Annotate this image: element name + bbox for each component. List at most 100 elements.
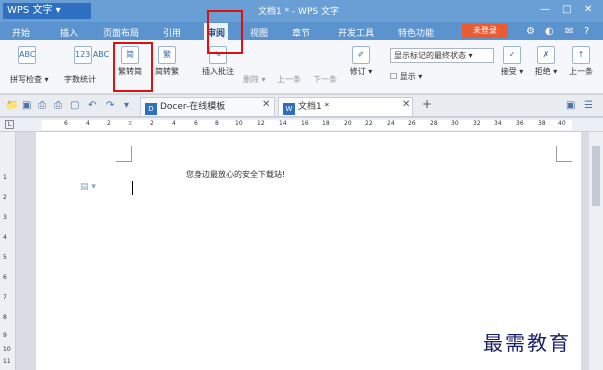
margin-corner-right [556, 146, 572, 162]
undo-icon[interactable]: ↶ [88, 100, 96, 111]
vertical-scrollbar[interactable] [589, 132, 603, 370]
ruler-tick: 22 [365, 120, 373, 127]
redo-icon[interactable]: ↷ [106, 100, 114, 111]
prev-change-icon: ↑ [572, 46, 590, 64]
menu-special[interactable]: 特色功能 [398, 26, 434, 39]
ruler-tick: 6 [64, 120, 68, 127]
open-folder-icon[interactable]: 📁 [6, 100, 18, 111]
accept-button[interactable]: ✓ 接受 ▾ [498, 46, 526, 77]
print-preview-icon[interactable]: ▢ [70, 100, 79, 111]
ruler-tick: 16 [301, 120, 309, 127]
review-ribbon: ABC 拼写检查 ▾ 123 ABC 字数统计 简繁转简 繁简转繁 ✎ 插入批注 … [0, 40, 603, 94]
prev-comment-button[interactable]: 上一条 [277, 74, 301, 85]
simp-to-trad-button[interactable]: 繁简转繁 [152, 46, 182, 77]
highlight-trad-simp-button [113, 42, 153, 92]
document-title: 文档1 * - WPS 文字 [258, 7, 339, 17]
menu-references[interactable]: 引用 [163, 26, 181, 39]
tab-stop-icon[interactable]: L [5, 120, 14, 129]
insert-comment-label: 插入批注 [202, 67, 234, 76]
indent-marker-icon[interactable]: ⧖ [128, 120, 132, 128]
menu-developer[interactable]: 开发工具 [338, 26, 374, 39]
spell-check-icon[interactable]: ABC [18, 46, 36, 66]
ruler-tick: 30 [451, 120, 459, 127]
ruler-tick: 20 [344, 120, 352, 127]
prev-change-button[interactable]: ↑ 上一条 [566, 46, 596, 77]
close-docer-tab-icon[interactable]: ✕ [262, 99, 270, 110]
vruler-tick: 2 [3, 194, 7, 201]
menu-insert[interactable]: 插入 [60, 26, 78, 39]
tab-document-1[interactable]: W 文档1 * [278, 97, 413, 116]
window-restore-icon[interactable]: ▣ [566, 100, 575, 111]
help-icon[interactable]: ? [584, 26, 589, 37]
paragraph-layout-icon[interactable]: ▤ ▾ [80, 182, 96, 192]
text-cursor [132, 181, 133, 195]
ruler-tick: 2 [150, 120, 154, 127]
maximize-button[interactable]: □ [562, 4, 571, 15]
ruler-tick: 4 [172, 120, 176, 127]
horizontal-ruler: L 6 4 2 ⧖ 2 4 6 8 10 12 14 16 18 20 22 2… [0, 118, 603, 132]
vruler-tick: 5 [3, 254, 7, 261]
menu-bar: 开始 插入 页面布局 引用 审阅 视图 章节 开发工具 特色功能 未登录 ⚙ ◐… [0, 22, 603, 40]
vruler-tick: 11 [3, 358, 11, 365]
app-name: WPS 文字 [7, 5, 53, 16]
feedback-icon[interactable]: ✉ [565, 26, 573, 37]
close-button[interactable]: ✕ [584, 4, 592, 15]
highlight-review-menu [207, 10, 243, 54]
wps-writer-window: WPS 文字 ▾ 文档1 * - WPS 文字 — □ ✕ 开始 插入 页面布局… [0, 0, 603, 370]
spell-check-label: 拼写检查 [10, 75, 42, 84]
save-icon[interactable]: ▣ [22, 100, 31, 111]
minimize-button[interactable]: — [540, 4, 550, 15]
show-markup-select[interactable]: 显示标记的最终状态 ▾ [390, 48, 494, 63]
app-menu-button[interactable]: WPS 文字 ▾ [3, 3, 91, 19]
title-bar: WPS 文字 ▾ 文档1 * - WPS 文字 — □ ✕ [0, 0, 603, 22]
delete-comment-button[interactable]: 删除 ▾ [243, 74, 266, 85]
word-count-button[interactable]: 字数统计 [64, 74, 96, 85]
word-count-icon[interactable]: 123 ABC [74, 46, 109, 66]
document-icon: W [283, 103, 295, 115]
menu-home[interactable]: 开始 [12, 26, 30, 39]
prev-change-label: 上一条 [569, 67, 593, 76]
vruler-tick: 1 [3, 174, 7, 181]
ruler-tick: 26 [408, 120, 416, 127]
new-tab-icon[interactable]: + [422, 97, 432, 111]
close-doc1-tab-icon[interactable]: ✕ [402, 99, 410, 110]
ruler-tick: 10 [235, 120, 243, 127]
menu-chapter[interactable]: 章节 [292, 26, 310, 39]
reject-button[interactable]: ✗ 拒绝 ▾ [532, 46, 560, 77]
print-icon[interactable]: ⎙ [54, 100, 62, 111]
revise-label: 修订 [349, 67, 366, 76]
ruler-tick: 34 [494, 120, 502, 127]
show-markup-value: 显示标记的最终状态 [394, 51, 466, 60]
login-button[interactable]: 未登录 [462, 24, 508, 38]
spell-check-button[interactable]: 拼写检查 ▾ [10, 74, 49, 85]
docer-tab-label: Docer-在线模板 [160, 102, 226, 112]
docer-icon: D [145, 103, 157, 115]
ruler-tick: 36 [516, 120, 524, 127]
settings-icon[interactable]: ⚙ [526, 26, 535, 37]
quick-access-dropdown-icon[interactable]: ▾ [124, 100, 129, 111]
scrollbar-thumb[interactable] [592, 146, 600, 206]
revise-button[interactable]: ✐ 修订 ▾ [342, 46, 380, 77]
vruler-tick: 3 [3, 214, 7, 221]
accept-icon: ✓ [503, 46, 521, 64]
vruler-tick: 4 [3, 234, 7, 241]
doc1-tab-label: 文档1 * [298, 102, 330, 112]
reject-label: 拒绝 [534, 67, 551, 76]
vruler-tick: 8 [3, 314, 7, 321]
skin-icon[interactable]: ◐ [545, 26, 554, 37]
next-comment-button[interactable]: 下一条 [313, 74, 337, 85]
watermark-text: 最需教育 [483, 331, 571, 355]
abc-123-icon: 123 ABC [74, 46, 109, 64]
tab-menu-icon[interactable]: ☰ [584, 100, 593, 111]
export-pdf-icon[interactable]: ⎙ [38, 100, 46, 111]
vertical-ruler: 1 2 3 4 5 6 7 8 9 10 11 [0, 132, 16, 370]
show-button[interactable]: ☐ 显示 ▾ [390, 71, 422, 82]
tab-docer-templates[interactable]: D Docer-在线模板 [140, 97, 275, 116]
vruler-tick: 10 [3, 346, 11, 353]
vruler-tick: 7 [3, 294, 7, 301]
ruler-tick: 24 [387, 120, 395, 127]
delete-label: 删除 [243, 75, 259, 84]
menu-page-layout[interactable]: 页面布局 [103, 26, 139, 39]
simp-trad-icon: 繁 [158, 46, 176, 64]
menu-view[interactable]: 视图 [250, 26, 268, 39]
